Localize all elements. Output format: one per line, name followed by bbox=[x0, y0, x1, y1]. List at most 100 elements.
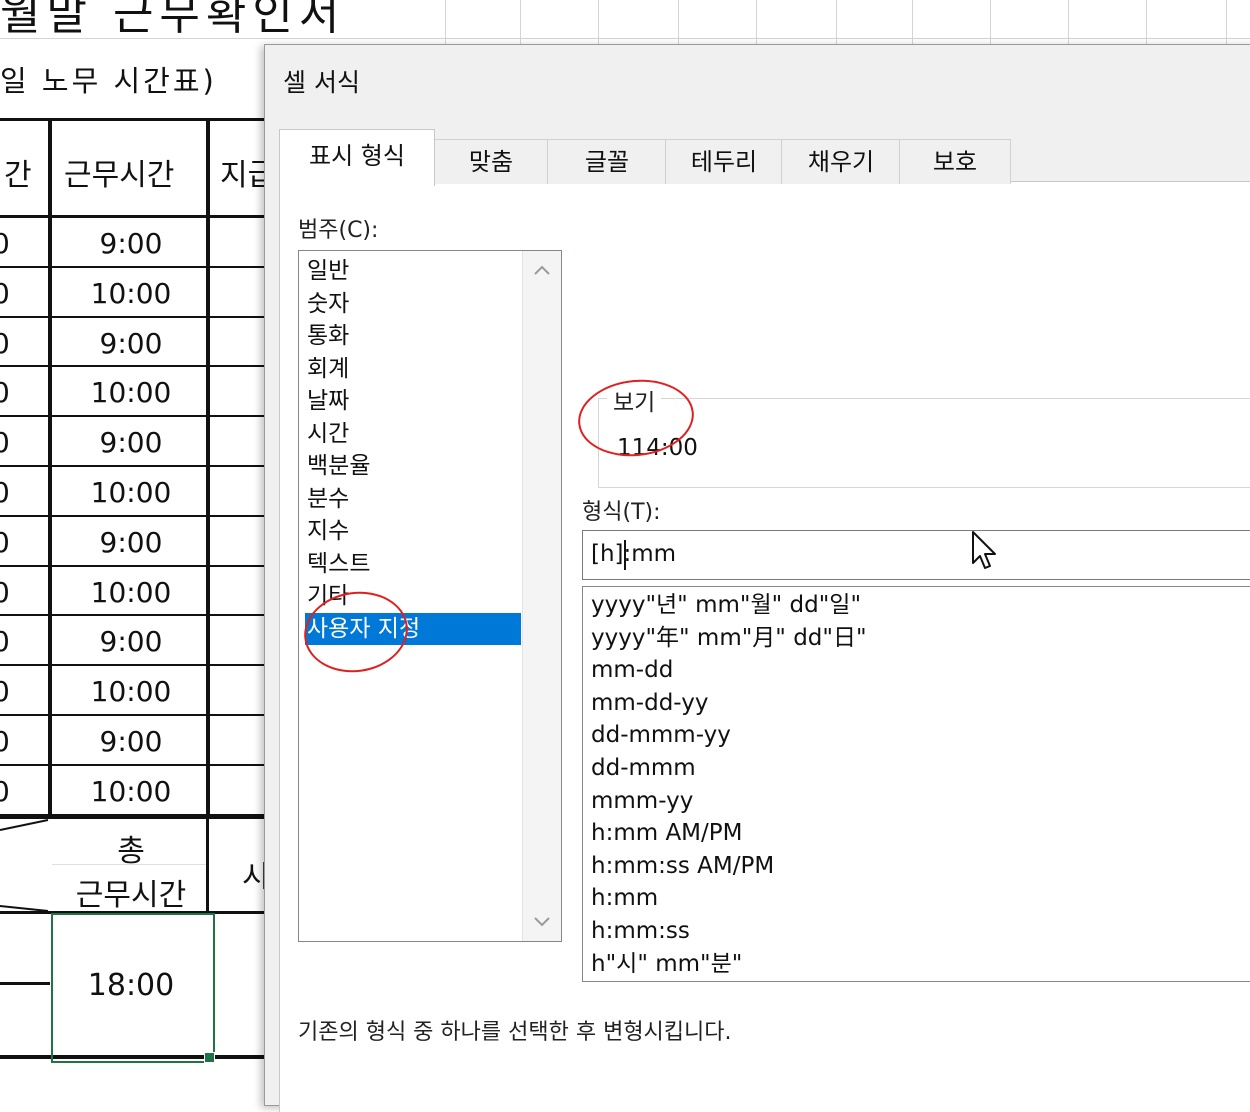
row-border bbox=[0, 365, 264, 368]
grid-line bbox=[1068, 0, 1069, 44]
table-border bbox=[0, 982, 50, 985]
cell-partial-left[interactable]: 0 bbox=[0, 277, 16, 310]
text-caret bbox=[624, 540, 626, 570]
format-list-item[interactable]: h:mm:ss AM/PM bbox=[591, 850, 774, 882]
total-label-line1: 총 bbox=[117, 834, 145, 869]
fill-handle[interactable] bbox=[204, 1052, 215, 1063]
row-border bbox=[0, 714, 264, 716]
grid-line bbox=[445, 0, 446, 44]
cell-partial-left[interactable]: 0 bbox=[0, 476, 16, 509]
format-input-text: [h]:mm bbox=[591, 541, 677, 567]
chevron-down-icon[interactable] bbox=[523, 903, 561, 941]
tab-1[interactable]: 맞춤 bbox=[433, 139, 549, 184]
cell-partial-left[interactable]: 0 bbox=[0, 576, 16, 609]
work-time-cell[interactable]: 9:00 bbox=[54, 227, 208, 260]
cell-partial-left[interactable]: 0 bbox=[0, 227, 16, 260]
work-time-cell[interactable]: 9:00 bbox=[54, 426, 208, 459]
cell-partial-left[interactable]: 0 bbox=[0, 625, 16, 658]
format-cells-dialog: 셀 서식 범주(C): 일반 숫자 통화 회계 날짜 시간 백분율 분수 지수 텍스트 기타 사용자 … bbox=[264, 44, 1250, 1112]
cell-partial-left[interactable]: 0 bbox=[0, 327, 16, 360]
category-item[interactable]: 시간 bbox=[305, 418, 521, 450]
format-list-item[interactable]: h"시" mm"분" bbox=[591, 948, 742, 980]
grid-line bbox=[912, 0, 913, 44]
format-list-item[interactable]: yyyy"年" mm"月" dd"日" bbox=[591, 622, 867, 654]
grid-line bbox=[520, 0, 521, 44]
format-list-item[interactable]: yyyy"년" mm"월" dd"일" bbox=[591, 589, 861, 621]
cell-partial-left[interactable]: 0 bbox=[0, 526, 16, 559]
category-item[interactable]: 날짜 bbox=[305, 385, 521, 417]
row-border bbox=[0, 813, 264, 816]
work-time-cell[interactable]: 10:00 bbox=[54, 277, 208, 310]
header-work-time: 근무시간 bbox=[64, 158, 175, 193]
format-list-item[interactable]: dd-mmm bbox=[591, 752, 696, 784]
work-time-cell[interactable]: 9:00 bbox=[54, 526, 208, 559]
work-time-cell[interactable]: 10:00 bbox=[54, 775, 208, 808]
format-list-item[interactable]: h:mm AM/PM bbox=[591, 817, 743, 849]
table-border bbox=[48, 118, 52, 818]
row-border bbox=[0, 315, 264, 318]
category-item[interactable]: 통화 bbox=[305, 320, 521, 352]
row-border bbox=[0, 415, 264, 418]
cell-partial-left[interactable]: 0 bbox=[0, 725, 16, 758]
work-time-cell[interactable]: 9:00 bbox=[54, 327, 208, 360]
tab-4[interactable]: 채우기 bbox=[781, 139, 901, 184]
row-border bbox=[0, 514, 264, 517]
work-time-cell[interactable]: 10:00 bbox=[54, 476, 208, 509]
grid-line bbox=[836, 0, 837, 44]
format-label: 형식(T): bbox=[582, 500, 661, 525]
format-list-item[interactable]: h:mm:ss bbox=[591, 915, 690, 947]
tab-pane-number: 범주(C): 일반 숫자 통화 회계 날짜 시간 백분율 분수 지수 텍스트 기타 사용자 지정 보기… bbox=[279, 181, 1250, 1112]
format-list-item[interactable]: mm-dd bbox=[591, 654, 673, 686]
cell-partial-left[interactable]: 0 bbox=[0, 376, 16, 409]
format-list-item[interactable]: dd-mmm-yy bbox=[591, 719, 731, 751]
format-input[interactable]: [h]:mm bbox=[582, 530, 1250, 580]
category-item[interactable]: 텍스트 bbox=[305, 548, 521, 580]
format-list-item[interactable]: mm-dd-yy bbox=[591, 687, 708, 719]
category-item[interactable]: 일반 bbox=[305, 255, 521, 287]
category-item[interactable]: 백분율 bbox=[305, 450, 521, 482]
row-border bbox=[0, 614, 264, 617]
category-item[interactable]: 분수 bbox=[305, 483, 521, 515]
work-time-cell[interactable]: 10:00 bbox=[54, 675, 208, 708]
format-list-item[interactable]: mmm-yy bbox=[591, 785, 693, 817]
grid-line bbox=[756, 0, 757, 44]
grid-line bbox=[1226, 0, 1227, 44]
grid-line bbox=[678, 0, 679, 44]
tab-0[interactable]: 표시 형식 bbox=[279, 129, 435, 186]
row-border bbox=[0, 664, 264, 667]
preview-group: 보기 114:00 bbox=[598, 383, 1250, 488]
cell-partial-left[interactable]: 0 bbox=[0, 775, 16, 808]
grid-line bbox=[598, 0, 599, 44]
row-border bbox=[0, 564, 264, 567]
total-label-line2: 근무시간 bbox=[75, 878, 187, 913]
table-border bbox=[0, 215, 264, 218]
diagonal-line bbox=[0, 819, 49, 912]
grid-line bbox=[1146, 0, 1147, 44]
sheet-subtitle: 일 노무 시간표) bbox=[0, 64, 217, 98]
description-text: 기존의 형식 중 하나를 선택한 후 변형시킵니다. bbox=[298, 1020, 732, 1045]
row-border bbox=[0, 465, 264, 467]
chevron-up-icon[interactable] bbox=[523, 251, 561, 289]
dialog-title: 셀 서식 bbox=[283, 68, 360, 97]
category-item[interactable]: 숫자 bbox=[305, 288, 521, 320]
sheet-title: 월말 근무확인서 bbox=[0, 0, 346, 40]
category-item[interactable]: 지수 bbox=[305, 515, 521, 547]
work-time-cell[interactable]: 10:00 bbox=[54, 376, 208, 409]
work-time-cell[interactable]: 9:00 bbox=[54, 725, 208, 758]
cell-partial-left[interactable]: 0 bbox=[0, 426, 16, 459]
format-list-item[interactable]: h:mm bbox=[591, 882, 658, 914]
header-partial-left: 간 bbox=[4, 158, 32, 193]
category-scrollbar[interactable] bbox=[522, 251, 561, 941]
format-listbox[interactable]: yyyy"년" mm"월" dd"일" yyyy"年" mm"月" dd"日" mm… bbox=[582, 586, 1250, 982]
work-time-cell[interactable]: 9:00 bbox=[54, 625, 208, 658]
row-border bbox=[0, 265, 264, 268]
tab-3[interactable]: 테두리 bbox=[665, 139, 783, 184]
table-border bbox=[206, 118, 210, 818]
category-item[interactable]: 회계 bbox=[305, 353, 521, 385]
tab-5[interactable]: 보호 bbox=[899, 139, 1011, 184]
work-time-cell[interactable]: 10:00 bbox=[54, 576, 208, 609]
tab-2[interactable]: 글꼴 bbox=[547, 139, 667, 184]
total-value-cell[interactable]: 18:00 bbox=[54, 968, 208, 1003]
row-border bbox=[0, 763, 264, 766]
cell-partial-left[interactable]: 0 bbox=[0, 675, 16, 708]
